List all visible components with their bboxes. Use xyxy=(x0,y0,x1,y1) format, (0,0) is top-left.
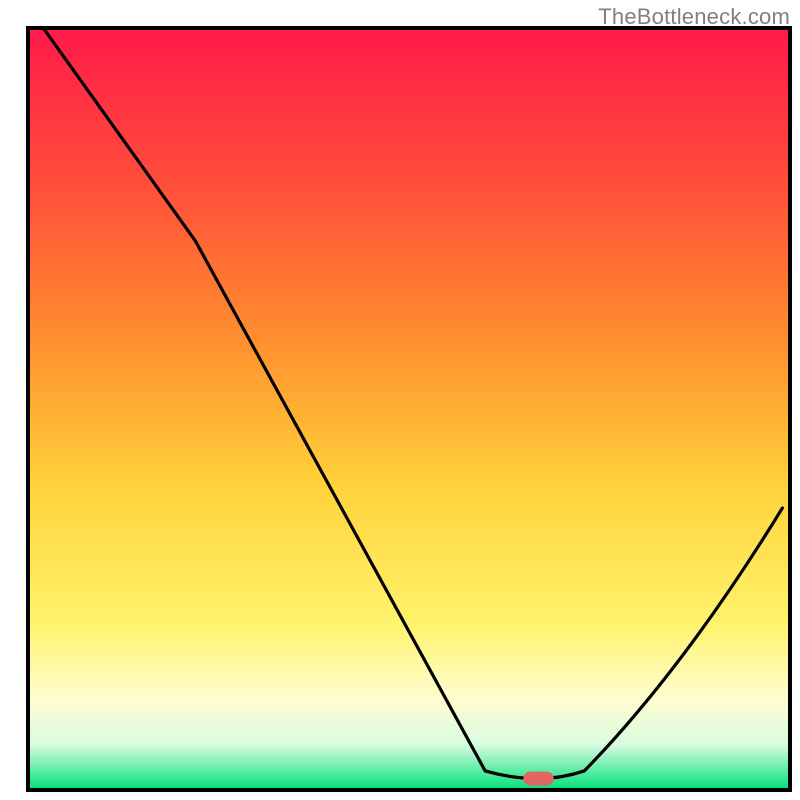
bottleneck-chart xyxy=(0,0,800,800)
watermark-text: TheBottleneck.com xyxy=(598,4,790,30)
trough-marker xyxy=(523,772,553,786)
plot-background xyxy=(28,28,790,790)
chart-container: TheBottleneck.com xyxy=(0,0,800,800)
